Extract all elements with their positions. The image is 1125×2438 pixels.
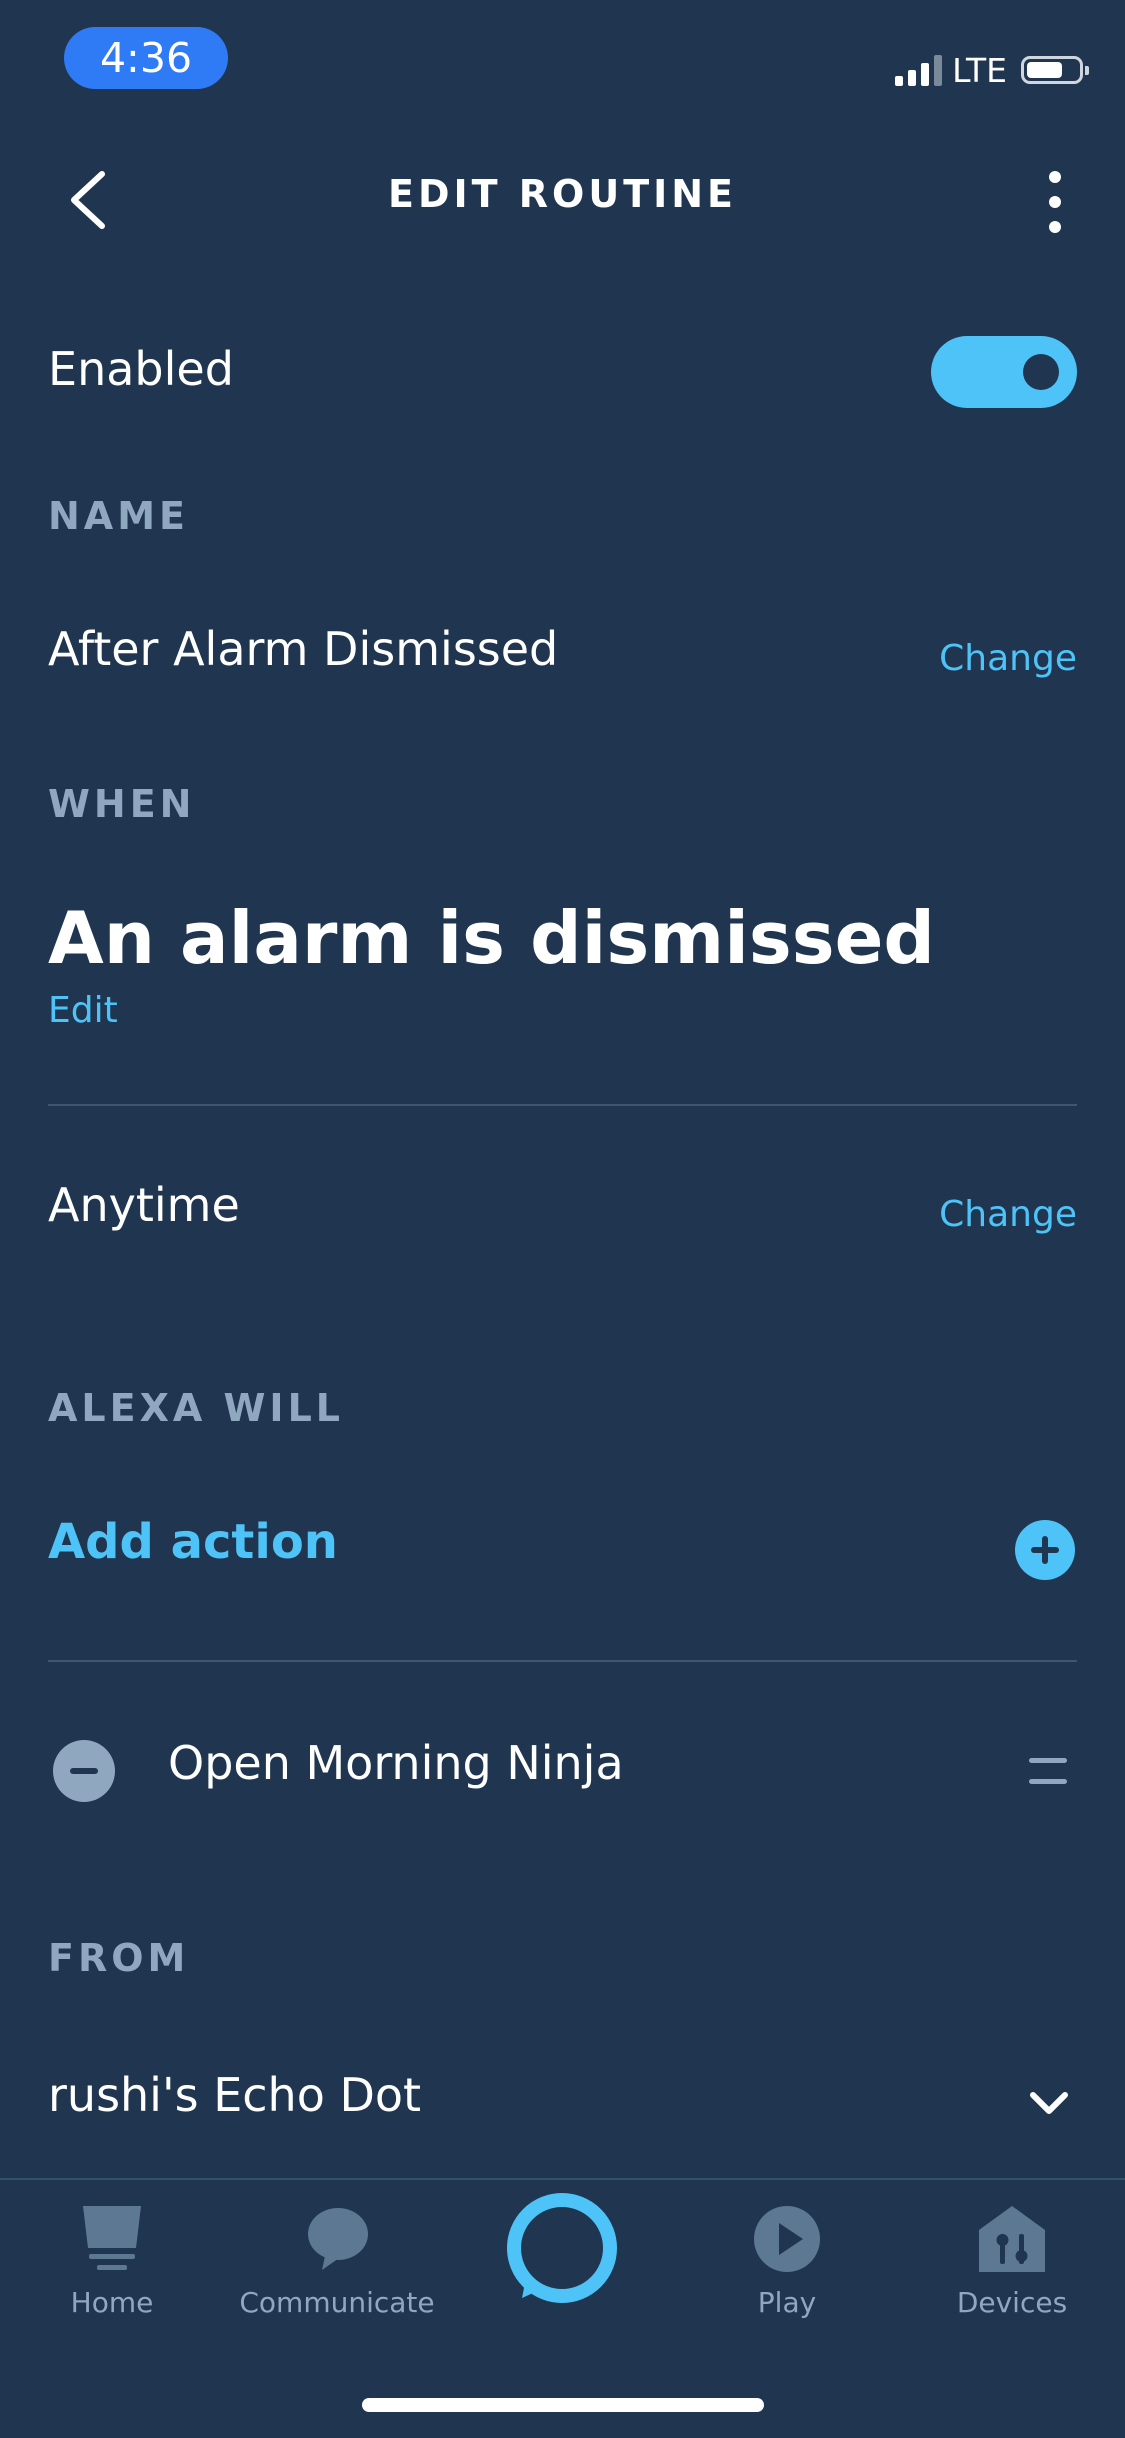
tab-play-label: Play [757, 2286, 817, 2319]
tab-devices[interactable]: Devices [912, 2204, 1112, 2319]
devices-icon [979, 2206, 1045, 2272]
alexa-ring-icon [507, 2193, 617, 2303]
status-indicators: LTE [895, 50, 1089, 90]
add-action-link[interactable]: Add action [48, 1514, 338, 1570]
page-title: EDIT ROUTINE [387, 172, 738, 216]
change-schedule-link[interactable]: Change [939, 1194, 1077, 1235]
home-icon [83, 2206, 141, 2270]
chevron-down-icon[interactable] [1027, 2088, 1071, 2118]
network-type: LTE [952, 50, 1007, 90]
trigger-title: An alarm is dismissed [48, 896, 935, 980]
change-name-link[interactable]: Change [939, 638, 1077, 679]
device-selector-value[interactable]: rushi's Echo Dot [48, 2068, 421, 2122]
status-time: 4:36 [64, 27, 228, 89]
tab-communicate-label: Communicate [239, 2286, 435, 2319]
battery-icon [1021, 56, 1089, 84]
schedule-value: Anytime [48, 1178, 240, 1232]
toggle-knob [1023, 354, 1059, 390]
enabled-label: Enabled [48, 342, 234, 396]
actions-section-label: ALEXA WILL [48, 1386, 344, 1430]
tab-devices-label: Devices [956, 2286, 1068, 2319]
tab-alexa[interactable] [462, 2190, 662, 2306]
from-section-label: FROM [48, 1936, 190, 1980]
drag-handle-icon[interactable] [1029, 1758, 1067, 1784]
more-dot-icon [1049, 196, 1061, 208]
play-icon [754, 2206, 820, 2272]
enabled-toggle[interactable] [931, 336, 1077, 408]
divider [48, 1660, 1077, 1662]
plus-icon [1031, 1536, 1059, 1564]
name-section-label: NAME [48, 494, 189, 538]
when-section-label: WHEN [48, 782, 196, 826]
tab-home[interactable]: Home [12, 2204, 212, 2319]
divider [48, 1104, 1077, 1106]
tab-communicate[interactable]: Communicate [237, 2204, 437, 2319]
home-indicator [362, 2398, 764, 2412]
remove-action-button[interactable] [53, 1740, 115, 1802]
routine-name: After Alarm Dismissed [48, 622, 559, 676]
tab-play[interactable]: Play [687, 2204, 887, 2319]
more-options-button[interactable] [1015, 162, 1095, 242]
more-dot-icon [1049, 171, 1061, 183]
add-action-button[interactable] [1015, 1520, 1075, 1580]
tab-home-label: Home [70, 2286, 154, 2319]
signal-icon [895, 54, 943, 86]
action-item-label: Open Morning Ninja [168, 1736, 624, 1790]
more-dot-icon [1049, 221, 1061, 233]
minus-icon [70, 1768, 98, 1774]
edit-trigger-link[interactable]: Edit [48, 990, 118, 1031]
speech-bubble-icon [308, 2208, 368, 2270]
